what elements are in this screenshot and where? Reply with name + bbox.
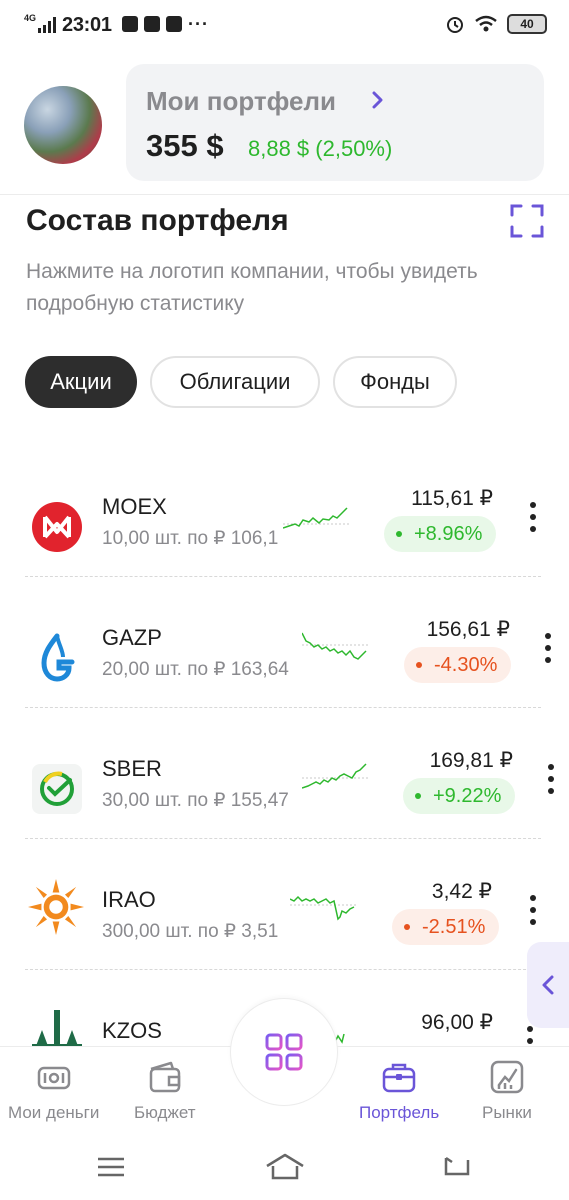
holding-price: 115,61 ₽ [411, 487, 493, 510]
nav-label: Бюджет [134, 1103, 196, 1122]
section-subtitle: Нажмите на логотип компании, чтобы увиде… [26, 260, 478, 315]
row-divider [25, 576, 541, 577]
wallet-icon [149, 1061, 180, 1093]
holding-change: +8.96% [414, 522, 483, 545]
holding-ticker: SBER [102, 756, 162, 781]
holding-ticker: KZOS [102, 1018, 162, 1043]
tab-bonds[interactable]: Облигации [150, 356, 320, 408]
holding-change-badge: -4.30% [404, 647, 512, 683]
holding-row-moex[interactable]: MOEX 10,00 шт. по ₽ 106,1 115,61 ₽ +8.96… [0, 478, 569, 609]
holding-change-badge: -2.51% [392, 909, 500, 945]
nav-label: Мои деньги [8, 1103, 100, 1122]
holding-change-badge: +9.22% [403, 778, 516, 814]
side-panel-toggle[interactable] [527, 942, 569, 1028]
market-chart-icon [490, 1060, 524, 1094]
holding-quantity: 300,00 шт. по ₽ 3,51 [102, 921, 279, 942]
nav-label: Рынки [482, 1103, 532, 1122]
holding-price: 96,00 ₽ [421, 1011, 493, 1034]
section-title: Состав портфеля [26, 204, 289, 237]
avatar[interactable] [24, 86, 102, 164]
holding-row-sber[interactable]: SBER 30,00 шт. по ₽ 155,47 169,81 ₽ +9.2… [0, 740, 569, 871]
holding-price: 169,81 ₽ [429, 749, 513, 772]
portfolio-title: Мои портфели [146, 86, 336, 116]
asset-type-tabs: Акции Облигации Фонды [25, 356, 457, 408]
more-options-icon[interactable] [529, 895, 537, 925]
divider [0, 194, 569, 195]
sparkline-chart [302, 763, 368, 789]
message-icon [122, 16, 138, 32]
nav-portfolio[interactable]: Портфель [359, 1059, 439, 1123]
money-icon [37, 1066, 70, 1090]
more-options-icon[interactable] [544, 633, 552, 663]
holding-price: 3,42 ₽ [431, 880, 492, 903]
holding-change: -4.30% [434, 653, 498, 676]
holding-price: 156,61 ₽ [426, 618, 510, 641]
briefcase-icon [382, 1063, 416, 1093]
battery-icon: 40 [507, 14, 547, 34]
clock: 23:01 [62, 14, 112, 36]
mail-icon [144, 16, 160, 32]
more-notifications-icon: ··· [188, 14, 209, 34]
expand-icon[interactable] [510, 204, 544, 238]
holding-row-irao[interactable]: IRAO 300,00 шт. по ₽ 3,51 3,42 ₽ -2.51% [0, 871, 569, 1002]
holding-ticker: IRAO [102, 887, 156, 912]
nav-my-money[interactable]: Мои деньги [8, 1059, 99, 1123]
sparkline-chart [302, 632, 368, 660]
wifi-icon [475, 15, 497, 32]
chevron-left-icon [542, 975, 554, 995]
row-divider [25, 707, 541, 708]
holding-quantity: 20,00 шт. по ₽ 163,64 [102, 659, 289, 680]
holding-change: +9.22% [433, 784, 502, 807]
system-navigation-bar [0, 1132, 569, 1200]
holding-quantity: 10,00 шт. по ₽ 106,1 [102, 528, 279, 549]
menu-icon[interactable] [97, 1156, 125, 1178]
back-icon[interactable] [442, 1154, 472, 1178]
network-type: 4G [24, 13, 37, 23]
chevron-right-icon [372, 91, 383, 109]
status-bar: 4G 23:01 ··· 40 [0, 0, 569, 52]
moex-logo[interactable] [32, 502, 82, 552]
holding-change-badge: +8.96% [384, 516, 497, 552]
microphone-icon [166, 16, 182, 32]
holding-ticker: MOEX [102, 494, 167, 519]
nav-markets[interactable]: Рынки [482, 1059, 532, 1123]
more-options-icon[interactable] [547, 764, 555, 794]
holding-change: -2.51% [422, 915, 486, 938]
nav-label: Портфель [359, 1103, 440, 1122]
holding-ticker: GAZP [102, 625, 162, 650]
more-options-icon[interactable] [529, 502, 537, 532]
holding-row-gazp[interactable]: GAZP 20,00 шт. по ₽ 163,64 156,61 ₽ -4.3… [0, 609, 569, 740]
grid-icon [265, 1033, 303, 1071]
portfolio-change: 8,88 $ (2,50%) [248, 136, 393, 161]
alarm-icon [447, 17, 463, 33]
holding-quantity: 30,00 шт. по ₽ 155,47 [102, 790, 289, 811]
sber-logo[interactable] [32, 764, 82, 814]
sparkline-chart [283, 507, 349, 529]
tab-funds[interactable]: Фонды [333, 356, 457, 408]
portfolio-total: 355 $ [146, 128, 224, 163]
home-icon[interactable] [265, 1152, 305, 1180]
main-menu-button[interactable] [230, 998, 338, 1106]
nav-budget[interactable]: Бюджет [134, 1059, 196, 1123]
sparkline-chart [290, 895, 356, 921]
gazprom-logo[interactable] [32, 633, 82, 683]
interrao-logo[interactable] [28, 879, 84, 935]
signal-icon [38, 17, 56, 33]
tab-stocks[interactable]: Акции [25, 356, 137, 408]
portfolio-switcher-card[interactable]: Мои портфели 355 $ 8,88 $ (2,50%) [126, 64, 544, 181]
row-divider [25, 838, 541, 839]
row-divider [25, 969, 541, 970]
